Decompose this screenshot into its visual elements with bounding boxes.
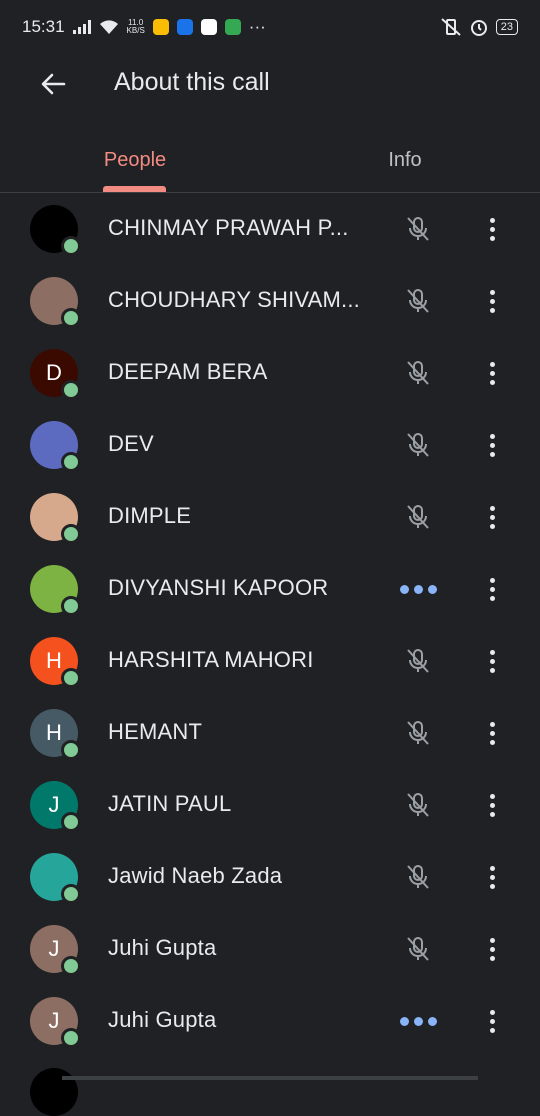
app-icon-photos xyxy=(152,19,169,35)
more-options-icon[interactable] xyxy=(480,357,504,389)
presence-indicator xyxy=(61,1028,81,1048)
participant-list: CHINMAY PRAWAH P... CHOUDHARY SHIVAM... D D… xyxy=(0,193,540,1057)
presence-indicator xyxy=(61,452,81,472)
participant-row[interactable]: Jawid Naeb Zada xyxy=(0,841,540,913)
mic-off-icon xyxy=(407,865,429,889)
signal-icon xyxy=(72,20,91,34)
participant-row[interactable]: J JATIN PAUL xyxy=(0,769,540,841)
presence-indicator xyxy=(61,668,81,688)
more-options-icon[interactable] xyxy=(480,933,504,965)
tab-people-label: People xyxy=(103,148,167,171)
app-bar: About this call xyxy=(0,54,540,114)
active-tab-indicator xyxy=(103,186,166,192)
back-arrow-icon[interactable] xyxy=(36,68,72,100)
app-icon-photos2 xyxy=(200,19,217,35)
presence-indicator xyxy=(61,596,81,616)
more-options-icon[interactable] xyxy=(480,573,504,605)
participant-row[interactable]: J Juhi Gupta xyxy=(0,913,540,985)
presence-indicator xyxy=(61,884,81,904)
battery-level: 23 xyxy=(500,21,513,33)
participant-name: DIMPLE xyxy=(108,503,192,528)
participant-name: DEV xyxy=(108,431,154,456)
mic-off-icon xyxy=(407,937,429,961)
more-options-icon[interactable] xyxy=(480,717,504,749)
more-notifications-icon: ··· xyxy=(248,17,266,36)
more-options-icon[interactable] xyxy=(480,1005,504,1037)
tab-people[interactable]: People xyxy=(0,128,270,192)
alarm-icon xyxy=(470,20,487,36)
tab-info-label: Info xyxy=(388,148,422,171)
mic-off-icon xyxy=(407,361,429,385)
net-speed: 11.0 KB/S xyxy=(127,19,145,35)
participant-name: DIVYANSHI KAPOOR xyxy=(108,575,329,600)
participant-name: DEEPAM BERA xyxy=(108,359,268,384)
participant-row[interactable]: CHOUDHARY SHIVAM... xyxy=(0,265,540,337)
mic-off-icon xyxy=(407,649,429,673)
participant-name: Juhi Gupta xyxy=(108,1007,217,1032)
participant-name: HEMANT xyxy=(108,719,203,744)
more-options-icon[interactable] xyxy=(480,789,504,821)
participant-name: HARSHITA MAHORI xyxy=(108,647,314,672)
participant-name: Juhi Gupta xyxy=(108,935,217,960)
participant-name: Jawid Naeb Zada xyxy=(108,863,283,888)
participant-row[interactable]: J Juhi Gupta xyxy=(0,985,540,1057)
presence-indicator xyxy=(61,380,81,400)
mic-off-icon xyxy=(407,505,429,529)
presence-indicator xyxy=(61,524,81,544)
status-right: 23 xyxy=(440,18,518,36)
speaking-indicator-icon xyxy=(400,585,440,595)
more-options-icon[interactable] xyxy=(480,213,504,245)
wifi-icon xyxy=(99,20,118,34)
vibrate-off-icon xyxy=(441,18,461,36)
more-options-icon[interactable] xyxy=(480,285,504,317)
participant-row[interactable]: H HARSHITA MAHORI xyxy=(0,625,540,697)
mic-off-icon xyxy=(407,289,429,313)
app-icon-messenger xyxy=(176,19,193,35)
speaking-indicator-icon xyxy=(400,1017,440,1027)
participant-row[interactable]: DEV xyxy=(0,409,540,481)
participant-row[interactable]: D DEEPAM BERA xyxy=(0,337,540,409)
mic-off-icon xyxy=(407,721,429,745)
more-options-icon[interactable] xyxy=(480,501,504,533)
participant-row[interactable]: DIVYANSHI KAPOOR xyxy=(0,553,540,625)
participant-name: CHINMAY PRAWAH P... xyxy=(108,215,349,240)
more-options-icon[interactable] xyxy=(480,429,504,461)
more-options-icon[interactable] xyxy=(480,861,504,893)
presence-indicator xyxy=(61,956,81,976)
app-icon-messages xyxy=(224,19,241,35)
mic-off-icon xyxy=(407,217,429,241)
participant-row[interactable]: DIMPLE xyxy=(0,481,540,553)
presence-indicator xyxy=(61,740,81,760)
presence-indicator xyxy=(61,812,81,832)
participant-name: CHOUDHARY SHIVAM... xyxy=(108,287,360,312)
battery-icon: 23 xyxy=(495,19,518,35)
more-options-icon[interactable] xyxy=(480,645,504,677)
tab-bar: People Info xyxy=(0,128,540,193)
tab-info[interactable]: Info xyxy=(270,128,540,192)
presence-indicator xyxy=(61,308,81,328)
presence-indicator xyxy=(61,236,81,256)
status-time: 15:31 xyxy=(22,17,65,36)
participant-name: JATIN PAUL xyxy=(108,791,232,816)
scroll-divider xyxy=(62,1076,478,1080)
mic-off-icon xyxy=(407,793,429,817)
status-left: 15:31 11.0 KB/S ··· xyxy=(22,17,266,37)
net-speed-unit: KB/S xyxy=(126,26,145,35)
page-title: About this call xyxy=(114,68,270,96)
participant-row[interactable]: H HEMANT xyxy=(0,697,540,769)
mic-off-icon xyxy=(407,433,429,457)
status-bar: 15:31 11.0 KB/S ··· 23 xyxy=(0,0,540,54)
participant-row[interactable]: CHINMAY PRAWAH P... xyxy=(0,193,540,265)
